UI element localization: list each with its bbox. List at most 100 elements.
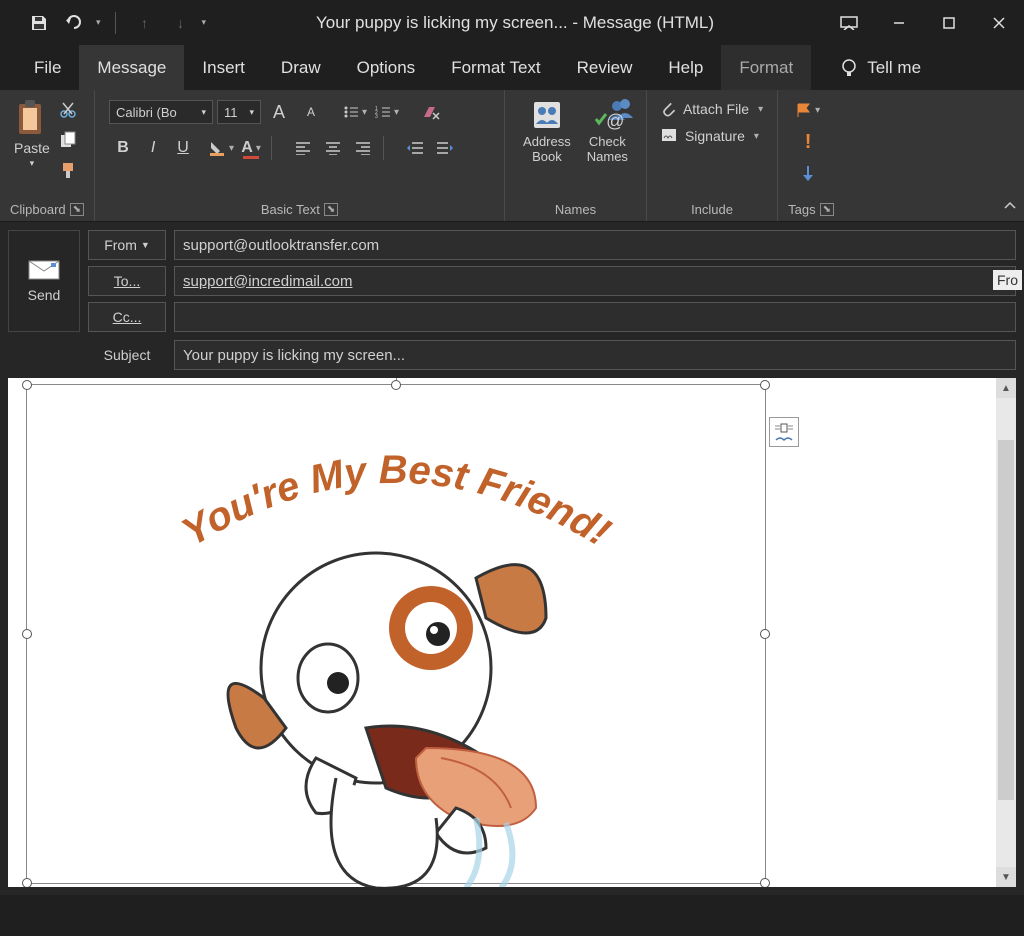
attach-file-button[interactable]: Attach File: [657, 98, 767, 120]
bullets-icon[interactable]: [341, 98, 369, 126]
format-painter-icon[interactable]: [56, 158, 80, 182]
lightbulb-icon: [839, 58, 859, 78]
tab-message[interactable]: Message: [79, 45, 184, 90]
tab-file[interactable]: File: [16, 45, 79, 90]
group-names-label: Names: [555, 202, 596, 217]
clear-format-icon[interactable]: [417, 98, 445, 126]
group-basic-text-label: Basic Text: [261, 202, 320, 217]
low-importance-icon[interactable]: [796, 162, 820, 186]
tab-help[interactable]: Help: [650, 45, 721, 90]
group-names: Address Book @ Check Names Names: [505, 90, 647, 221]
scroll-thumb[interactable]: [998, 440, 1014, 800]
to-btn-label: To...: [114, 273, 140, 289]
titlebar: ▾ ↑ ↓ ▾ Your puppy is licking my screen.…: [0, 0, 1024, 45]
undo-icon[interactable]: [60, 8, 90, 38]
minimize-icon[interactable]: [874, 0, 924, 45]
close-icon[interactable]: [974, 0, 1024, 45]
message-body-area: You're My Best Friend!: [0, 378, 1024, 895]
envelope-icon: [27, 259, 61, 281]
follow-up-flag-icon[interactable]: [796, 98, 820, 122]
group-include-label: Include: [691, 202, 733, 217]
highlight-icon[interactable]: [207, 134, 235, 162]
copy-icon[interactable]: [56, 128, 80, 152]
underline-button[interactable]: U: [169, 134, 197, 162]
address-book-icon: [530, 98, 564, 132]
numbering-icon[interactable]: 123: [373, 98, 401, 126]
tell-me-button[interactable]: Tell me: [821, 45, 939, 90]
image-selection-box[interactable]: You're My Best Friend!: [26, 384, 766, 884]
quick-access-toolbar: ▾ ↑ ↓ ▾: [0, 8, 206, 38]
check-names-button[interactable]: @ Check Names: [579, 94, 636, 168]
subject-value: Your puppy is licking my screen...: [183, 347, 405, 364]
to-field[interactable]: support@incredimail.com: [174, 266, 1016, 296]
grow-font-icon[interactable]: A: [265, 98, 293, 126]
to-button[interactable]: To...: [88, 266, 166, 296]
maximize-icon[interactable]: [924, 0, 974, 45]
message-canvas[interactable]: You're My Best Friend!: [8, 378, 1016, 887]
tab-draw[interactable]: Draw: [263, 45, 339, 90]
layout-options-icon[interactable]: [769, 417, 799, 447]
attach-file-label: Attach File: [683, 101, 749, 117]
next-icon[interactable]: ↓: [166, 8, 196, 38]
send-label: Send: [28, 287, 61, 303]
tab-format-text[interactable]: Format Text: [433, 45, 558, 90]
font-size-dropdown[interactable]: 11▾: [217, 100, 261, 124]
shrink-font-icon[interactable]: A: [297, 98, 325, 126]
italic-button[interactable]: I: [139, 134, 167, 162]
handle-bot-left[interactable]: [22, 878, 32, 887]
collapse-ribbon-icon[interactable]: [1002, 198, 1018, 217]
handle-top-mid[interactable]: [391, 380, 401, 390]
handle-mid-right[interactable]: [760, 629, 770, 639]
group-tags-label: Tags: [788, 202, 815, 217]
puppy-image: You're My Best Friend!: [116, 418, 676, 887]
from-button[interactable]: From ▼: [88, 230, 166, 260]
clipboard-launcher-icon[interactable]: ⬊: [70, 203, 84, 216]
svg-text:You're My Best Friend!: You're My Best Friend!: [174, 448, 617, 555]
tab-format[interactable]: Format: [721, 45, 811, 90]
from-field[interactable]: support@outlooktransfer.com: [174, 230, 1016, 260]
tab-review[interactable]: Review: [559, 45, 651, 90]
group-clipboard-label: Clipboard: [10, 202, 66, 217]
handle-top-right[interactable]: [760, 380, 770, 390]
tab-options[interactable]: Options: [339, 45, 434, 90]
signature-icon: [661, 128, 679, 144]
font-name-value: Calibri (Bo: [116, 105, 177, 120]
tab-insert[interactable]: Insert: [184, 45, 263, 90]
group-clipboard: Paste ▾ Clipboard ⬊: [0, 90, 95, 221]
from-value: support@outlooktransfer.com: [183, 237, 379, 254]
scroll-up-icon[interactable]: ▲: [996, 378, 1016, 398]
tell-me-label: Tell me: [867, 58, 921, 78]
bold-button[interactable]: B: [109, 134, 137, 162]
increase-indent-icon[interactable]: [431, 134, 459, 162]
compose-header: Send From ▼ support@outlooktransfer.com …: [0, 222, 1024, 340]
window-title: Your puppy is licking my screen... - Mes…: [206, 13, 824, 33]
handle-top-left[interactable]: [22, 380, 32, 390]
ribbon-tabs: File Message Insert Draw Options Format …: [0, 45, 1024, 90]
scroll-down-icon[interactable]: ▼: [996, 867, 1016, 887]
signature-button[interactable]: Signature: [657, 126, 763, 146]
body-scrollbar[interactable]: ▲ ▼: [996, 378, 1016, 887]
align-left-icon[interactable]: [289, 134, 317, 162]
handle-bot-right[interactable]: [760, 878, 770, 887]
subject-label: Subject: [88, 347, 166, 363]
handle-mid-left[interactable]: [22, 629, 32, 639]
font-name-dropdown[interactable]: Calibri (Bo▾: [109, 100, 213, 124]
high-importance-icon[interactable]: !: [796, 130, 820, 154]
tags-launcher-icon[interactable]: ⬊: [820, 203, 834, 216]
address-book-label: Address Book: [523, 134, 571, 164]
align-center-icon[interactable]: [319, 134, 347, 162]
paste-button[interactable]: Paste ▾: [10, 94, 54, 173]
cut-icon[interactable]: [56, 98, 80, 122]
basic-text-launcher-icon[interactable]: ⬊: [324, 203, 338, 216]
font-color-icon[interactable]: A: [237, 134, 265, 162]
address-book-button[interactable]: Address Book: [515, 94, 579, 168]
subject-field[interactable]: Your puppy is licking my screen...: [174, 340, 1016, 370]
ribbon-options-icon[interactable]: [824, 0, 874, 45]
decrease-indent-icon[interactable]: [401, 134, 429, 162]
cc-field[interactable]: [174, 302, 1016, 332]
save-icon[interactable]: [24, 8, 54, 38]
prev-icon[interactable]: ↑: [130, 8, 160, 38]
send-button[interactable]: Send: [8, 230, 80, 332]
cc-button[interactable]: Cc...: [88, 302, 166, 332]
align-right-icon[interactable]: [349, 134, 377, 162]
